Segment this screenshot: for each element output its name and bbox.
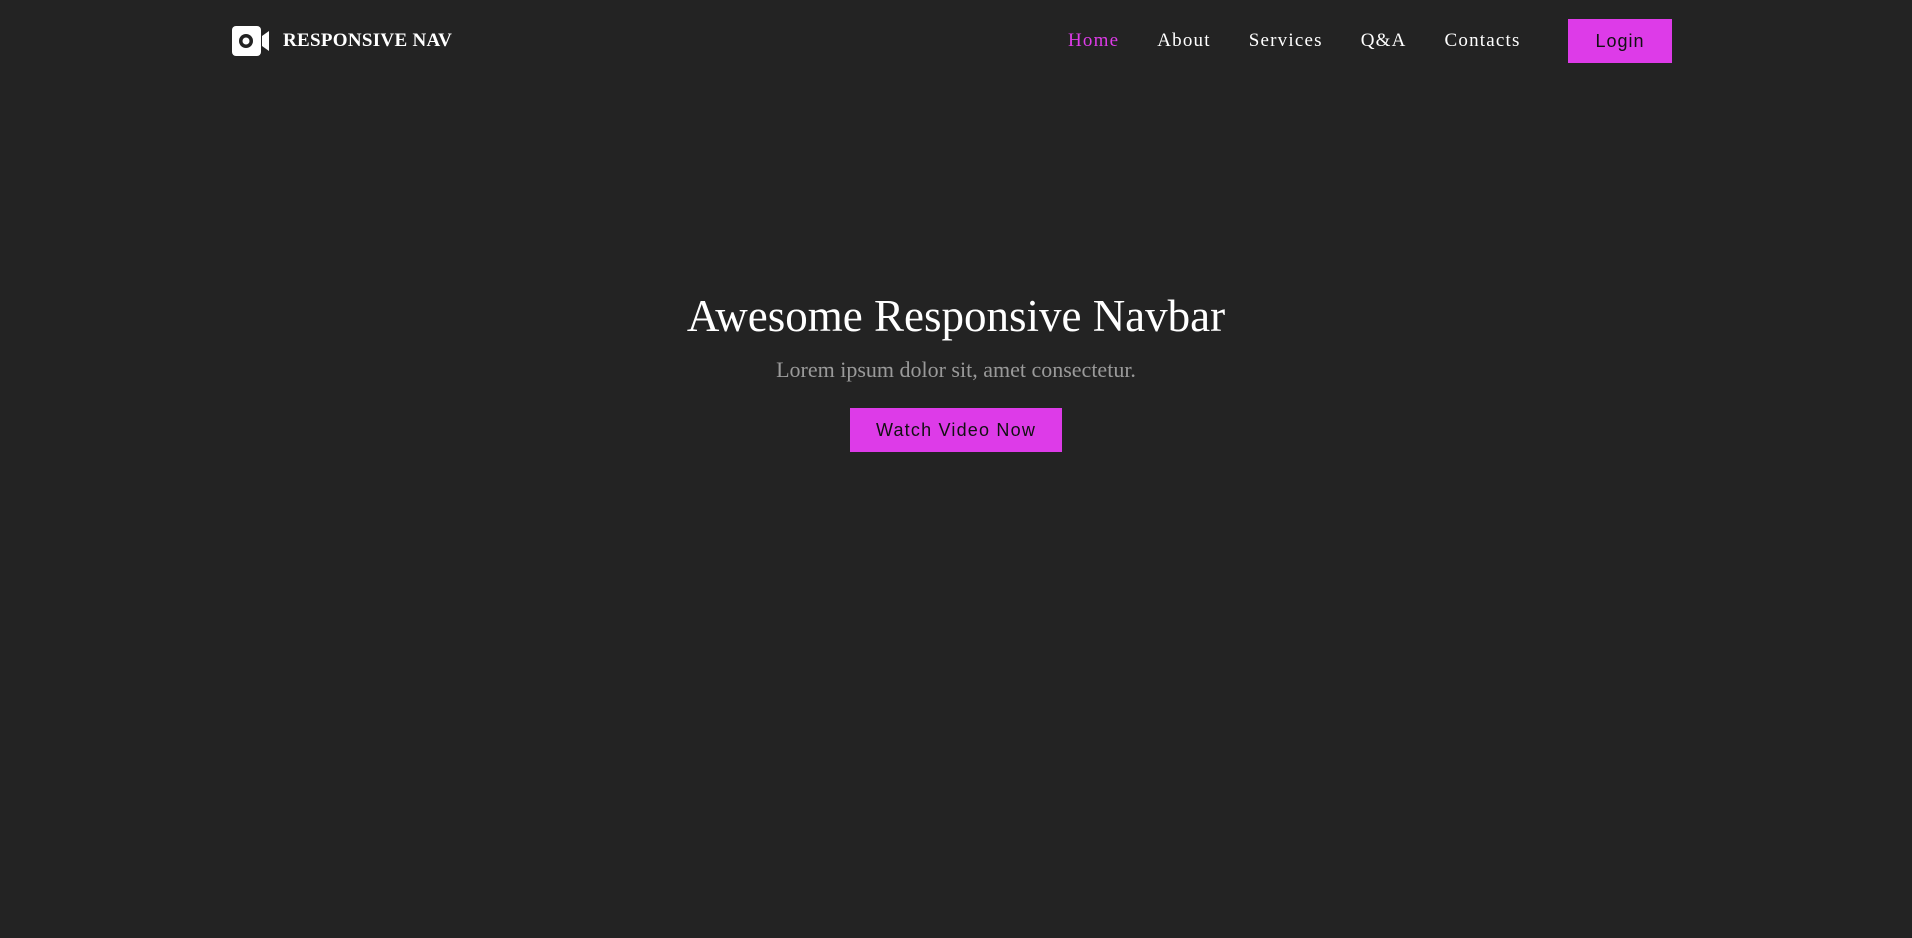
navbar: RESPONSIVE NAV Home About Services Q&A C… [0,0,1912,82]
video-camera-icon [232,26,270,56]
hero-section: Awesome Responsive Navbar Lorem ipsum do… [0,288,1912,452]
nav-links: Home About Services Q&A Contacts [1068,0,1559,82]
hero-subtitle: Lorem ipsum dolor sit, amet consectetur. [776,357,1136,382]
watch-video-button[interactable]: Watch Video Now [850,408,1062,452]
nav-link-qa[interactable]: Q&A [1361,30,1407,52]
nav-link-about[interactable]: About [1157,30,1211,52]
login-button[interactable]: Login [1568,19,1672,63]
brand-logo[interactable]: RESPONSIVE NAV [232,26,452,56]
nav-link-home[interactable]: Home [1068,30,1119,52]
hero-title: Awesome Responsive Navbar [686,291,1226,341]
brand-name: RESPONSIVE NAV [283,30,453,51]
nav-link-services[interactable]: Services [1249,30,1323,52]
nav-link-contacts[interactable]: Contacts [1445,30,1521,52]
